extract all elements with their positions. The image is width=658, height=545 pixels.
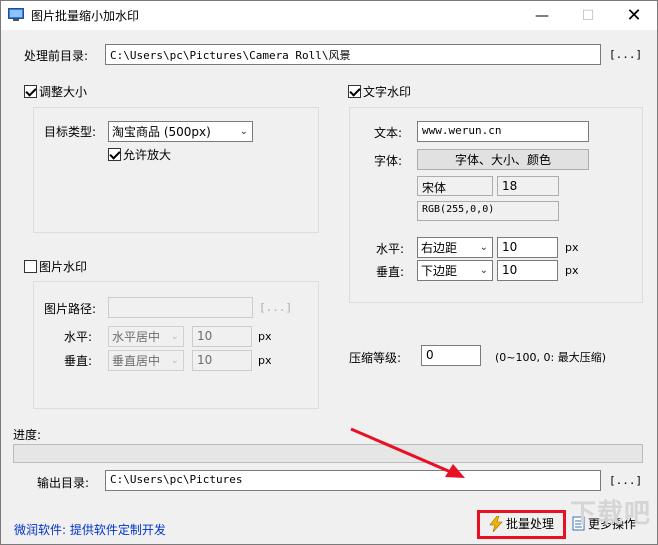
vendor-link[interactable]: 微润软件: 提供软件定制开发 <box>14 521 166 538</box>
annotation-arrow-icon <box>350 427 465 478</box>
site-watermark-logo: 下载吧 <box>569 499 651 529</box>
lightning-icon <box>489 515 503 532</box>
batch-process-button[interactable]: 批量处理 <box>489 515 554 532</box>
app-window: 图片批量缩小加水印 — ☐ ✕ 处理前目录: C:\Users\pc\Pictu… <box>0 0 658 545</box>
batch-process-label: 批量处理 <box>506 517 555 531</box>
